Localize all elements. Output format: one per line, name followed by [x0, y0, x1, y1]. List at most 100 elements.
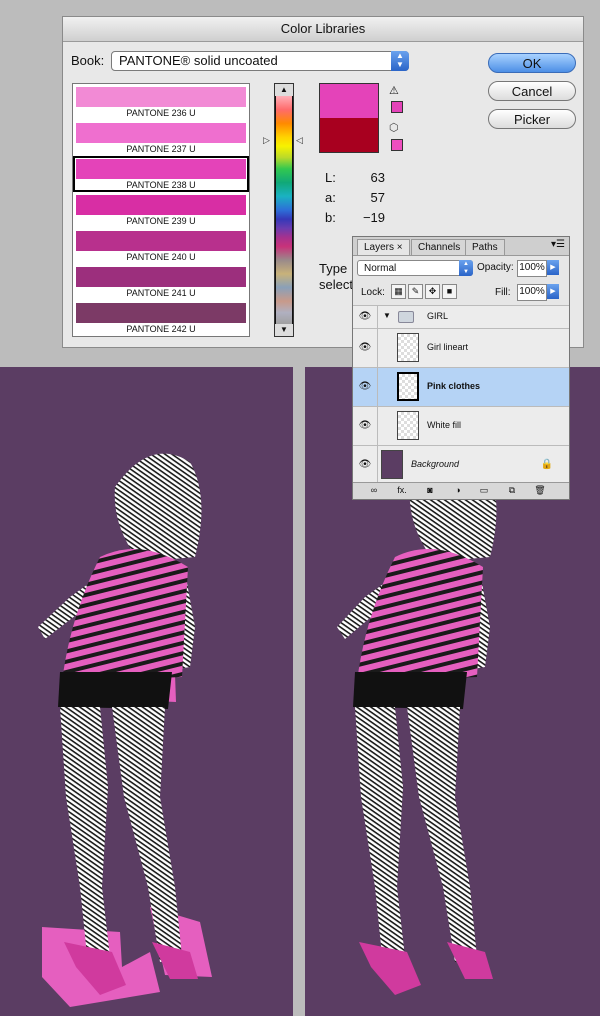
fill-slider-arrow-icon[interactable]: ▶ — [547, 284, 559, 299]
layer-name: White fill — [427, 420, 462, 430]
layer-group-girl[interactable]: 👁 ▼ GIRL — [353, 305, 569, 328]
opacity-slider-arrow-icon[interactable]: ▶ — [547, 260, 559, 275]
layer-name: GIRL — [427, 311, 449, 321]
lock-position-move-icon[interactable]: ✥ — [425, 284, 440, 299]
lab-b-row: b: −19 — [325, 210, 385, 225]
layer-row-background[interactable]: 👁 Background 🔒 — [353, 445, 569, 484]
gamut-warning-icon[interactable]: ⚠ — [389, 84, 399, 97]
visibility-divider — [377, 329, 378, 367]
dialog-title: Color Libraries — [63, 17, 583, 42]
picker-button[interactable]: Picker — [488, 109, 576, 129]
swatch-name: PANTONE 237 U — [126, 144, 196, 154]
book-select-value: PANTONE® solid uncoated — [119, 53, 278, 68]
blend-mode-select[interactable]: Normal ▲ ▼ — [357, 260, 473, 276]
lab-a-value: 57 — [370, 190, 385, 205]
gamut-color-chip[interactable] — [391, 101, 403, 113]
lab-a-row: a: 57 — [325, 190, 385, 205]
spectrum-bar[interactable] — [276, 96, 292, 324]
layer-thumbnail — [397, 333, 419, 362]
swatch-item-selected[interactable]: PANTONE 238 U — [73, 156, 249, 192]
swatch-list[interactable]: PANTONE 236 U PANTONE 237 U PANTONE 238 … — [72, 83, 250, 337]
swatch-chip — [76, 123, 246, 143]
new-layer-icon[interactable]: ⧉ — [505, 485, 519, 496]
visibility-divider — [377, 446, 378, 484]
opacity-label: Opacity: — [477, 262, 514, 273]
layer-style-fx-icon[interactable]: fx. — [395, 485, 409, 496]
tab-layers-label: Layers — [364, 242, 395, 253]
swatch-name: PANTONE 236 U — [126, 108, 196, 118]
artwork-left-panel — [0, 367, 293, 1016]
lock-transparency-icon[interactable]: ▦ — [391, 284, 406, 299]
slider-left-triangle-icon[interactable]: ▷ — [263, 135, 270, 146]
swatch-item[interactable]: PANTONE 241 U — [73, 264, 249, 300]
close-icon[interactable]: × — [397, 242, 403, 253]
tab-channels[interactable]: Channels — [411, 239, 468, 255]
book-label: Book: — [71, 53, 105, 68]
swatch-chip — [76, 303, 246, 323]
lab-l-label: L: — [325, 170, 336, 185]
layers-panel: Layers × Channels Paths ▾☰ Normal ▲ ▼ Opa… — [352, 236, 570, 500]
swatch-name: PANTONE 239 U — [126, 216, 196, 226]
slider-right-triangle-icon[interactable]: ◁ — [296, 135, 303, 146]
scroll-up-icon[interactable]: ▲ — [275, 84, 293, 96]
type-hint-text: Type — [319, 261, 348, 276]
scroll-down-icon[interactable]: ▼ — [275, 324, 293, 336]
select-arrows-icon: ▲ ▼ — [391, 51, 409, 71]
book-select[interactable]: PANTONE® solid uncoated ▲ ▼ — [111, 51, 409, 71]
tab-paths[interactable]: Paths — [465, 239, 505, 255]
new-group-folder-icon[interactable]: ▭ — [477, 485, 491, 496]
layer-row[interactable]: 👁 White fill — [353, 406, 569, 445]
lock-all-icon[interactable]: ■ — [442, 284, 457, 299]
eye-icon[interactable]: 👁 — [357, 341, 373, 355]
ok-button[interactable]: OK — [488, 53, 576, 73]
link-layers-icon[interactable]: ∞ — [367, 485, 381, 496]
web-cube-icon[interactable]: ⬡ — [389, 121, 399, 134]
eye-icon[interactable]: 👁 — [357, 458, 373, 472]
visibility-divider — [377, 368, 378, 406]
lock-icon: 🔒 — [540, 459, 553, 470]
trash-icon[interactable]: 🗑 — [533, 485, 547, 496]
lock-image-brush-icon[interactable]: ✎ — [408, 284, 423, 299]
swatch-chip — [76, 267, 246, 287]
swatch-item[interactable]: PANTONE 240 U — [73, 228, 249, 264]
lab-b-value: −19 — [362, 210, 385, 225]
opacity-input[interactable]: 100% — [517, 260, 547, 277]
color-preview — [319, 83, 379, 153]
swatch-item[interactable]: PANTONE 237 U — [73, 120, 249, 156]
layer-name: Background — [411, 459, 460, 469]
tab-layers[interactable]: Layers × — [357, 239, 410, 255]
lab-l-value: 63 — [370, 170, 385, 185]
select-arrows-icon: ▲ ▼ — [459, 260, 473, 276]
eye-icon[interactable]: 👁 — [357, 310, 373, 324]
eye-icon[interactable]: 👁 — [357, 419, 373, 433]
layer-row-selected[interactable]: 👁 Pink clothes — [353, 367, 569, 406]
blend-mode-value: Normal — [364, 263, 397, 274]
panel-menu-icon[interactable]: ▾☰ — [551, 239, 565, 250]
adjustment-layer-icon[interactable]: ◑ — [451, 485, 465, 496]
layer-thumbnail — [397, 372, 419, 401]
visibility-divider — [377, 306, 378, 328]
layer-name: Girl lineart — [427, 342, 469, 352]
fill-input[interactable]: 100% — [517, 284, 547, 301]
disclosure-triangle-icon[interactable]: ▼ — [383, 311, 391, 320]
swatch-item[interactable]: PANTONE 242 U — [73, 300, 249, 336]
swatch-item[interactable]: PANTONE 236 U — [73, 84, 249, 120]
layer-row[interactable]: 👁 Girl lineart — [353, 328, 569, 367]
layer-name: Pink clothes — [427, 381, 481, 391]
add-mask-icon[interactable]: ◙ — [423, 485, 437, 496]
new-color-preview — [320, 84, 378, 118]
swatch-item[interactable]: PANTONE 239 U — [73, 192, 249, 228]
old-color-preview — [320, 118, 378, 152]
layers-footer: ∞ fx. ◙ ◑ ▭ ⧉ 🗑 — [353, 482, 569, 499]
color-spectrum-slider[interactable]: ▲ ▼ — [274, 83, 294, 337]
swatch-name: PANTONE 241 U — [126, 288, 196, 298]
eye-icon[interactable]: 👁 — [357, 380, 373, 394]
girl-illustration-with-pink-shapes — [38, 453, 212, 1007]
layer-list: 👁 ▼ GIRL 👁 Girl lineart 👁 Pink clothes 👁… — [353, 305, 569, 484]
cancel-button[interactable]: Cancel — [488, 81, 576, 101]
swatch-name: PANTONE 240 U — [126, 252, 196, 262]
web-color-chip[interactable] — [391, 139, 403, 151]
panel-tabs: Layers × Channels Paths ▾☰ — [353, 237, 569, 256]
layer-thumbnail — [397, 411, 419, 440]
fill-label: Fill: — [495, 287, 511, 298]
